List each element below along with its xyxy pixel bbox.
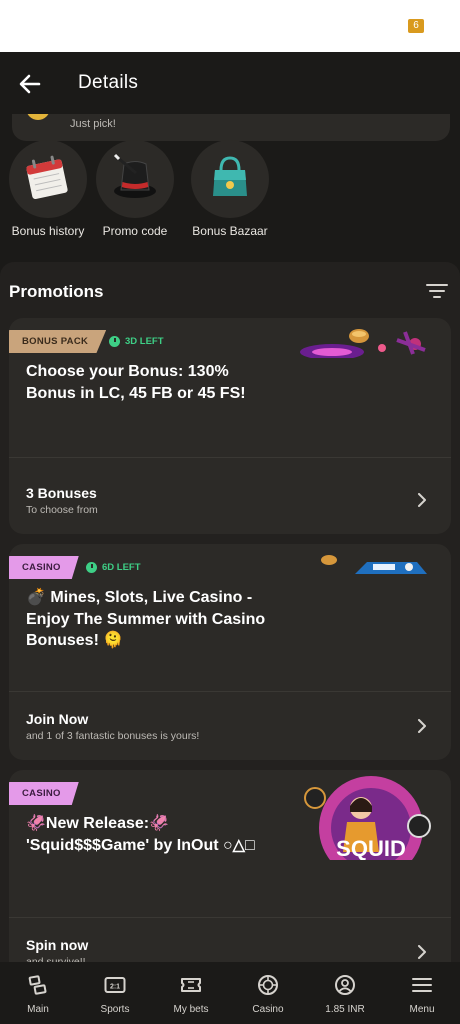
promotions-title: Promotions (9, 282, 104, 301)
bonus-pick-card[interactable]: Just pick! (12, 114, 450, 141)
coin-icon (26, 114, 50, 120)
page-title: Details (78, 72, 139, 93)
ticket-icon (181, 978, 201, 992)
nav-sports-label: Sports (100, 1004, 130, 1015)
promotion-action-title: Join Now (26, 711, 89, 727)
casino-summer-art (321, 555, 427, 574)
nav-sports[interactable]: 2:1 Sports (77, 962, 153, 1024)
promotion-action-title: 3 Bonuses (26, 485, 97, 501)
casino-chip-icon (258, 975, 278, 995)
bonus-bazaar-button[interactable]: Bonus Bazaar (180, 140, 280, 238)
promotion-card[interactable]: CASINO 6D LEFT 💣 Mines, Slots, Live Casi… (9, 544, 451, 760)
promotion-action-subtitle: To choose from (26, 504, 98, 516)
nav-menu[interactable]: Menu (384, 962, 460, 1024)
magic-hat-icon (113, 153, 156, 198)
squid-game-art: SQUID (301, 776, 441, 860)
chevron-right-icon[interactable] (417, 493, 427, 507)
squid-art-text: SQUID (336, 836, 406, 860)
bonus-pick-text: Just pick! (70, 118, 116, 130)
main-icon (28, 975, 47, 995)
nav-main-label: Main (27, 1004, 49, 1015)
nav-account-balance[interactable]: 1.85 INR (307, 962, 383, 1024)
nav-menu-label: Menu (409, 1004, 435, 1015)
bonus-planet-art (300, 329, 426, 358)
arrow-left-icon (19, 74, 41, 94)
notification-badge: 6 (408, 19, 424, 33)
calendar-icon (26, 155, 68, 200)
promo-code-button[interactable]: Promo code (85, 140, 185, 238)
time-left-badge: 3D LEFT (109, 336, 164, 347)
svg-text:2:1: 2:1 (110, 984, 120, 991)
card-divider (9, 457, 451, 458)
account-icon (335, 975, 355, 995)
clock-icon (109, 336, 120, 347)
promotion-card[interactable]: BONUS PACK 3D LEFT Choose your Bonus: 13… (9, 318, 451, 534)
bottom-navigation: Main 2:1 Sports My bets Casino 1.85 INR … (0, 962, 460, 1024)
nav-main[interactable]: Main (0, 962, 76, 1024)
promotion-action-subtitle: and 1 of 3 fantastic bonuses is yours! (26, 730, 200, 742)
bonus-shortcuts: Bonus history Promo code Bonus Bazaar (0, 140, 460, 260)
bonus-bazaar-label: Bonus Bazaar (192, 224, 268, 238)
card-divider (9, 917, 451, 918)
hamburger-menu-icon (412, 978, 432, 992)
promotion-action-title: Spin now (26, 937, 89, 953)
app-bar: Details (0, 52, 460, 114)
bonus-history-label: Bonus history (11, 224, 85, 238)
promotion-heading: 💣 Mines, Slots, Live Casino - Enjoy The … (26, 589, 266, 649)
nav-balance-label: 1.85 INR (325, 1004, 365, 1015)
promotion-heading: Choose your Bonus: 130% Bonus in LC, 45 … (26, 363, 246, 402)
bonus-history-button[interactable]: Bonus history (0, 140, 98, 238)
chevron-right-icon[interactable] (417, 945, 427, 959)
casino-tag: CASINO (9, 556, 79, 579)
chevron-right-icon[interactable] (417, 719, 427, 733)
bonus-pack-tag: BONUS PACK (9, 330, 107, 353)
casino-tag: CASINO (9, 782, 79, 805)
promotion-heading: 🦑New Release:🦑 'Squid$$$Game' by InOut ○… (26, 815, 255, 854)
card-divider (9, 691, 451, 692)
back-button[interactable] (14, 68, 46, 100)
nav-my-bets-label: My bets (173, 1004, 209, 1015)
time-left-badge: 6D LEFT (86, 562, 141, 573)
status-bar: 6 (0, 0, 460, 52)
promo-code-label: Promo code (102, 224, 168, 238)
promotions-panel: Promotions BONUS PACK 3D LEFT Choose you… (0, 262, 460, 1000)
scoreboard-icon: 2:1 (104, 977, 126, 993)
time-left-text: 3D LEFT (125, 336, 164, 347)
shopping-bag-icon (213, 156, 247, 196)
nav-my-bets[interactable]: My bets (153, 962, 229, 1024)
filter-button[interactable] (426, 282, 448, 300)
clock-icon (86, 562, 97, 573)
time-left-text: 6D LEFT (102, 562, 141, 573)
nav-casino-label: Casino (252, 1004, 284, 1015)
nav-casino[interactable]: Casino (230, 962, 306, 1024)
filter-icon (426, 284, 448, 298)
